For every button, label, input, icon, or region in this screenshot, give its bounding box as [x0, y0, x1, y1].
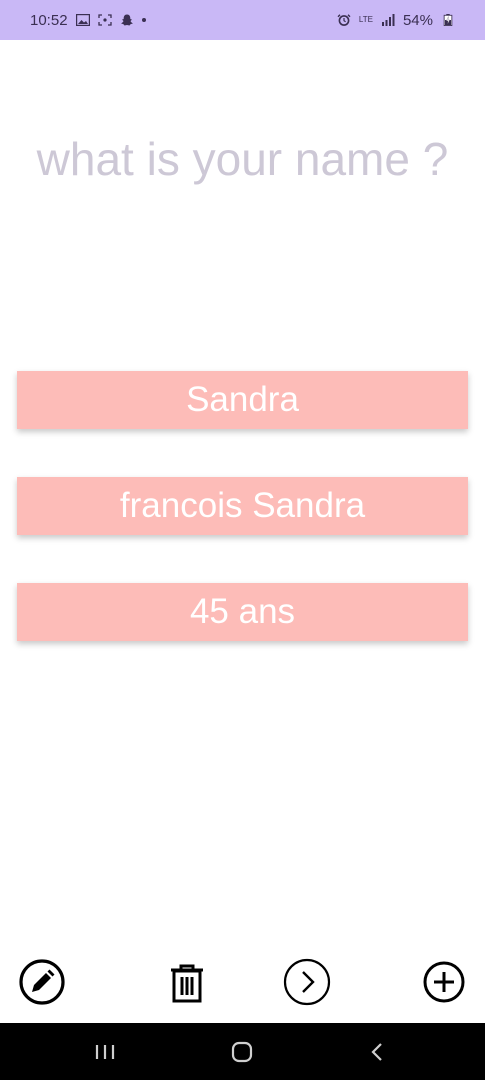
add-button[interactable]: [420, 958, 468, 1006]
notification-dot-icon: [141, 18, 146, 22]
system-nav-bar: [0, 1023, 485, 1080]
answer-button-2[interactable]: francois Sandra: [17, 477, 468, 535]
screenshot-icon: [97, 14, 112, 26]
add-icon: [423, 961, 465, 1003]
status-time: 10:52: [30, 11, 68, 29]
back-icon: [371, 1043, 382, 1061]
status-bar: 10:52 LTE 54%: [0, 0, 485, 40]
bottom-toolbar: [0, 950, 485, 1014]
recents-icon: [95, 1045, 115, 1059]
delete-button[interactable]: [163, 958, 211, 1006]
next-button[interactable]: [283, 958, 331, 1006]
gallery-icon: [75, 14, 90, 26]
app-screen: 10:52 LTE 54% what is your name ? Sandra…: [0, 0, 485, 1080]
edit-icon: [19, 959, 65, 1005]
alarm-icon: [337, 14, 351, 26]
network-type: LTE: [358, 15, 373, 24]
home-icon: [231, 1041, 253, 1063]
question-text: what is your name ?: [36, 133, 449, 185]
status-left: 10:52: [30, 12, 146, 29]
answer-button-3[interactable]: 45 ans: [17, 583, 468, 641]
back-button[interactable]: [362, 1037, 392, 1067]
status-right: LTE 54%: [337, 12, 455, 29]
signal-icon: [381, 14, 395, 26]
recents-button[interactable]: [90, 1037, 120, 1067]
snapchat-icon: [120, 14, 133, 26]
battery-percent: 54%: [402, 11, 433, 29]
edit-button[interactable]: [18, 958, 66, 1006]
trash-icon: [171, 964, 203, 1003]
next-arrow-icon: [283, 958, 331, 1006]
home-button[interactable]: [227, 1037, 257, 1067]
battery-charging-icon: [443, 14, 453, 26]
answer-button-1[interactable]: Sandra: [17, 371, 468, 429]
